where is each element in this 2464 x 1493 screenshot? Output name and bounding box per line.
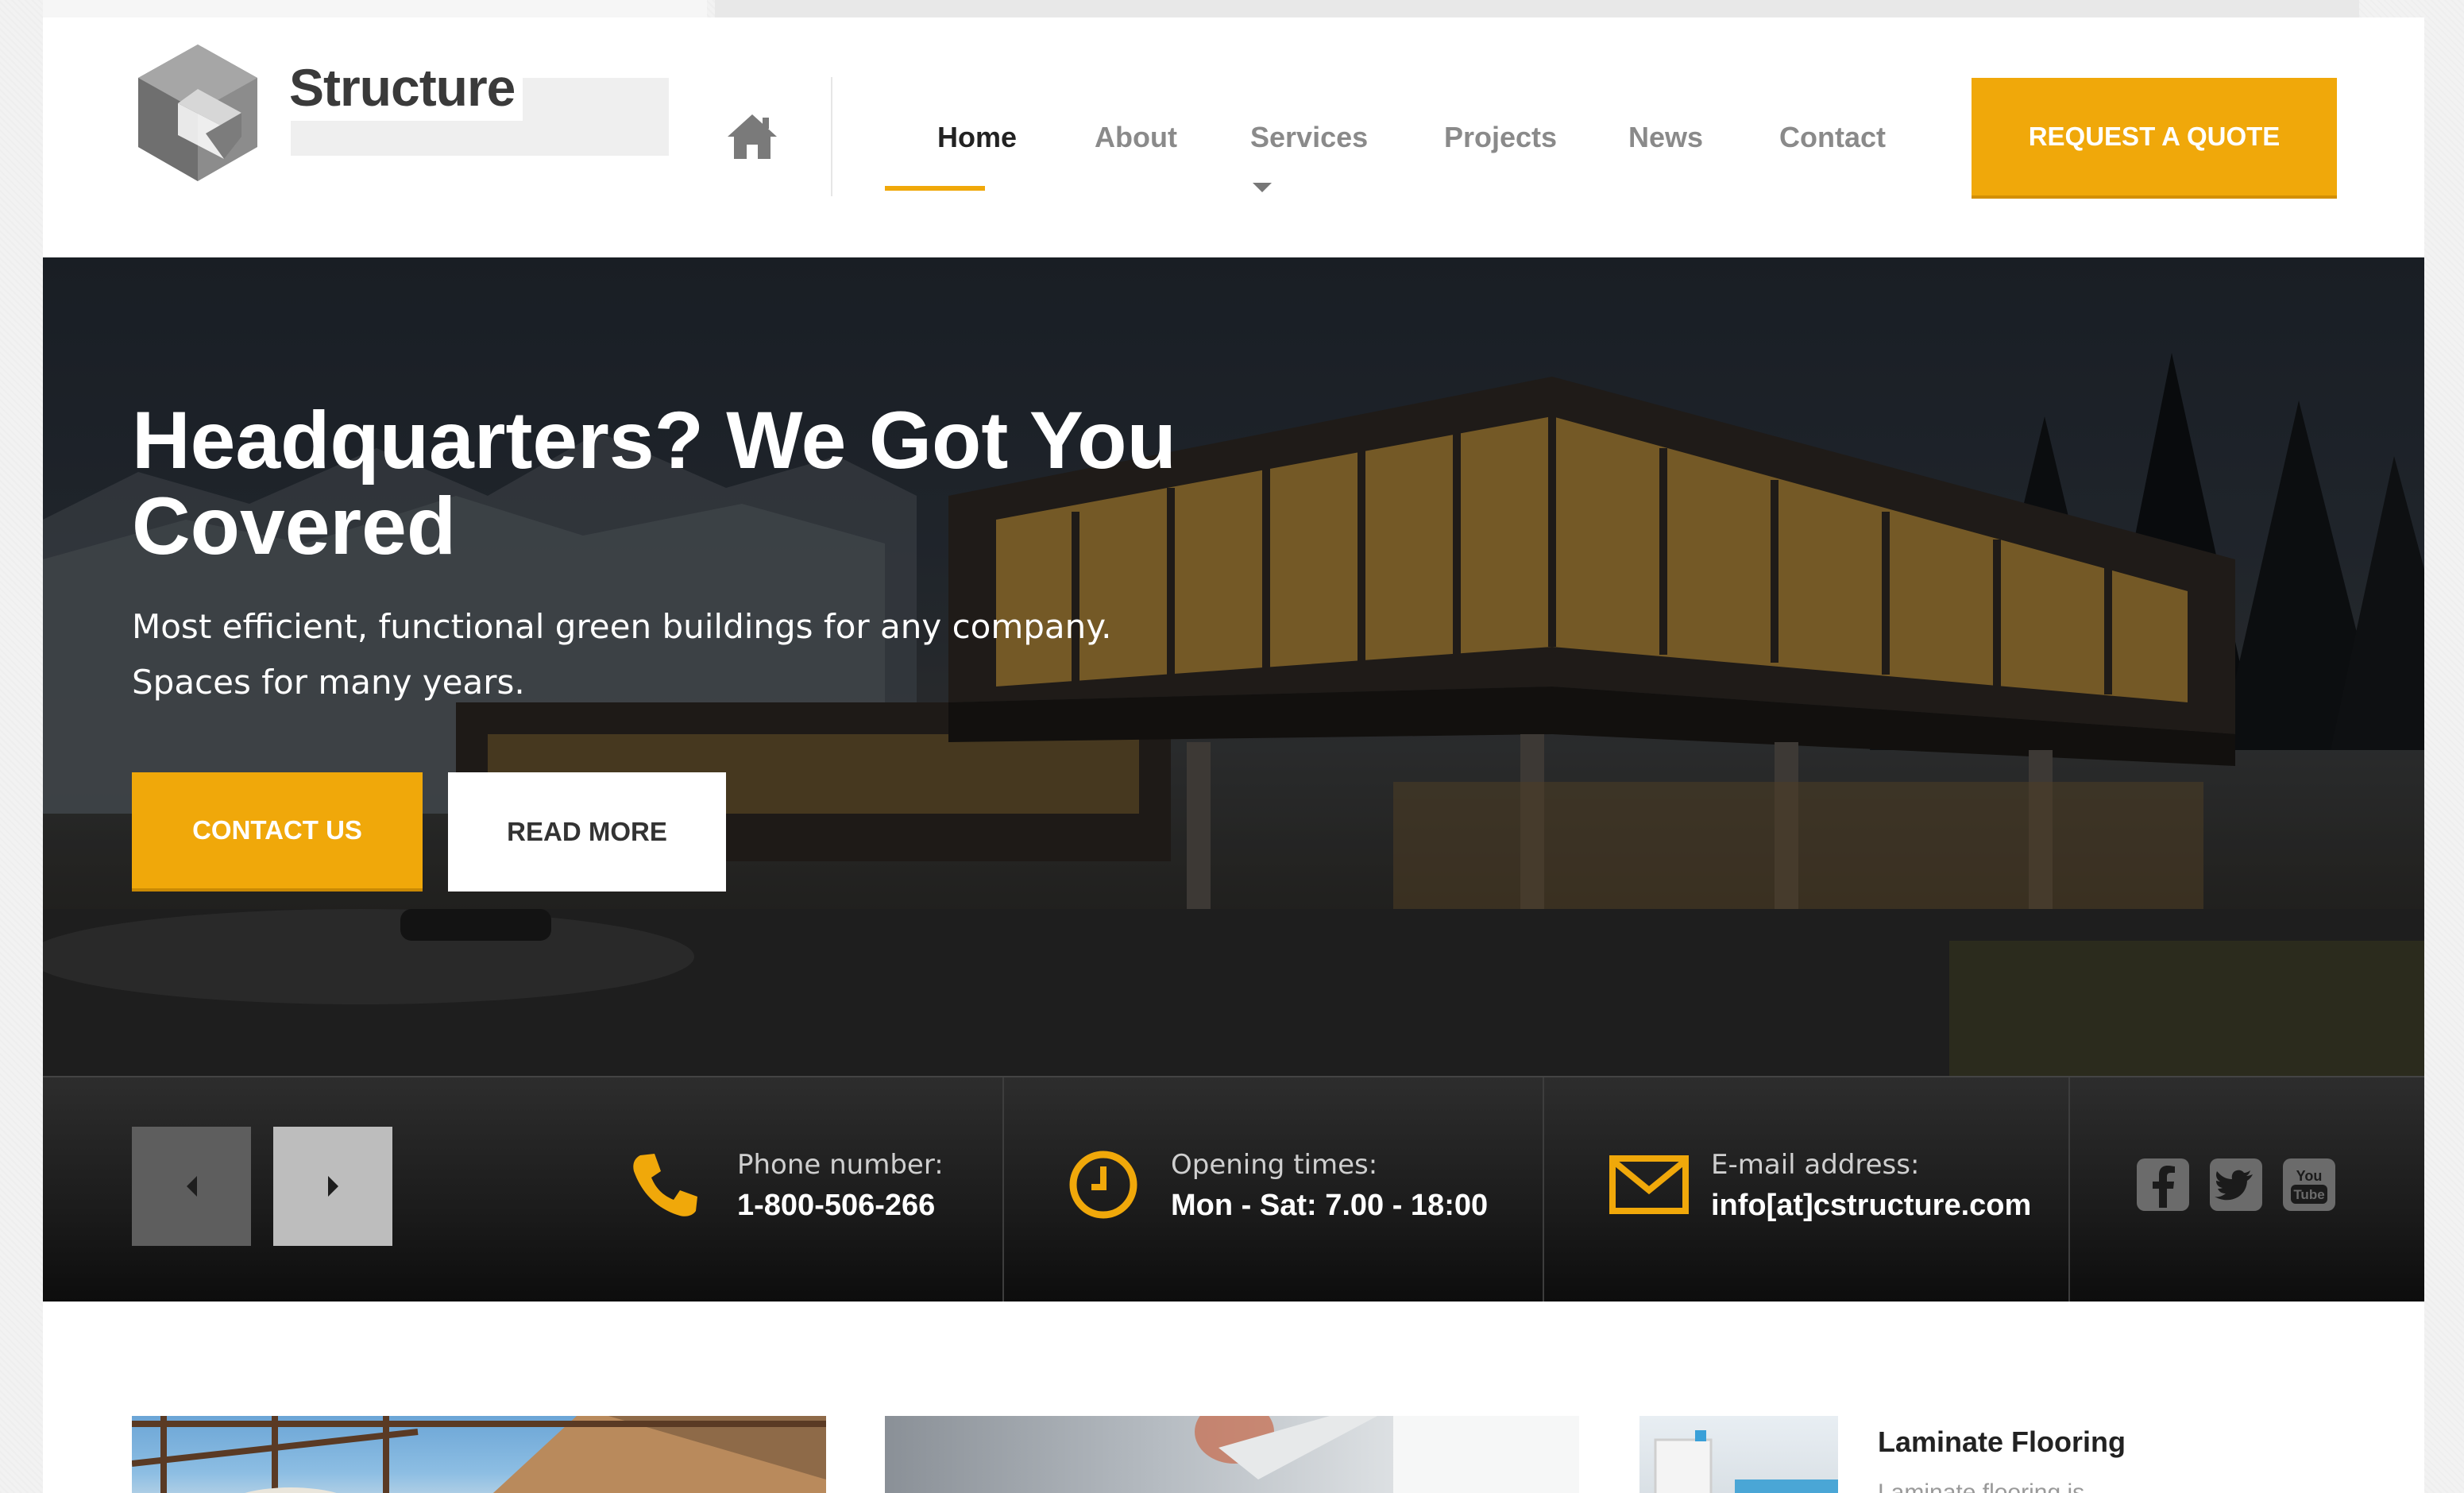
nav-item-news[interactable]: News <box>1628 121 1703 154</box>
site-header: Structure Home About Services Projects N… <box>43 17 2424 257</box>
card-thumb-laminate[interactable] <box>1639 1416 1838 1493</box>
slider-prev-button[interactable] <box>132 1127 251 1246</box>
nav-item-projects[interactable]: Projects <box>1444 121 1557 154</box>
card-image-tools[interactable] <box>885 1416 1579 1493</box>
card-image-scaffolding[interactable] <box>132 1416 826 1493</box>
read-more-button[interactable]: READ MORE <box>448 772 726 892</box>
email-value[interactable]: info[at]cstructure.com <box>1711 1189 2031 1223</box>
phone-label: Phone number: <box>737 1149 944 1181</box>
home-icon[interactable] <box>726 113 778 161</box>
nav-item-contact[interactable]: Contact <box>1779 121 1886 154</box>
info-bar: Phone number: 1-800-506-266 Opening time… <box>43 1076 2424 1302</box>
logo-cube-icon[interactable] <box>130 40 265 199</box>
clock-icon <box>1069 1151 1137 1219</box>
email-label: E-mail address: <box>1711 1149 1920 1181</box>
youtube-logo-text-line2: Tube <box>2293 1187 2324 1202</box>
hours-value: Mon - Sat: 7.00 - 18:00 <box>1171 1189 1489 1222</box>
top-strip <box>715 0 2359 17</box>
card-thumb-laminate-art <box>1654 1430 1838 1493</box>
info-divider <box>2068 1077 2070 1302</box>
phone-value[interactable]: 1-800-506-266 <box>737 1189 935 1223</box>
chevron-down-icon[interactable] <box>1253 183 1272 192</box>
nav-item-about[interactable]: About <box>1095 121 1177 154</box>
mail-icon <box>1609 1155 1689 1214</box>
top-strip-left <box>43 0 707 17</box>
card-title[interactable]: Laminate Flooring <box>1878 1425 2126 1459</box>
nav-divider <box>831 77 832 196</box>
nav-item-home[interactable]: Home <box>937 121 1017 154</box>
phone-icon <box>633 1154 697 1216</box>
hours-label: Opening times: <box>1171 1149 1378 1181</box>
arrow-right-icon <box>327 1176 338 1197</box>
facebook-icon[interactable] <box>2137 1158 2189 1211</box>
hero-subtitle: Most efficient, functional green buildin… <box>132 607 1112 702</box>
page: Structure Home About Services Projects N… <box>43 17 2424 1493</box>
twitter-icon[interactable] <box>2210 1158 2262 1211</box>
card-image-tools-art <box>1195 1416 1579 1493</box>
slider-next-button[interactable] <box>273 1127 392 1246</box>
card-image-scaffolding-art <box>132 1416 826 1493</box>
youtube-logo-text-line1: You <box>2296 1168 2323 1184</box>
card-text: Laminate flooring is... <box>1878 1479 2105 1493</box>
contact-us-button[interactable]: CONTACT US <box>132 772 423 892</box>
hero-slider: Headquarters? We Got You Covered Most ef… <box>43 257 2424 1076</box>
nav-active-underline <box>885 186 985 191</box>
info-divider <box>1002 1077 1004 1302</box>
youtube-icon[interactable]: You Tube <box>2283 1158 2335 1211</box>
hero-title: Headquarters? We Got You Covered <box>132 395 1176 571</box>
nav-item-services[interactable]: Services <box>1250 121 1368 154</box>
brand-name[interactable]: Structure <box>289 57 523 121</box>
arrow-left-icon <box>186 1176 197 1197</box>
request-quote-button[interactable]: REQUEST A QUOTE <box>1972 78 2337 199</box>
info-divider <box>1543 1077 1544 1302</box>
